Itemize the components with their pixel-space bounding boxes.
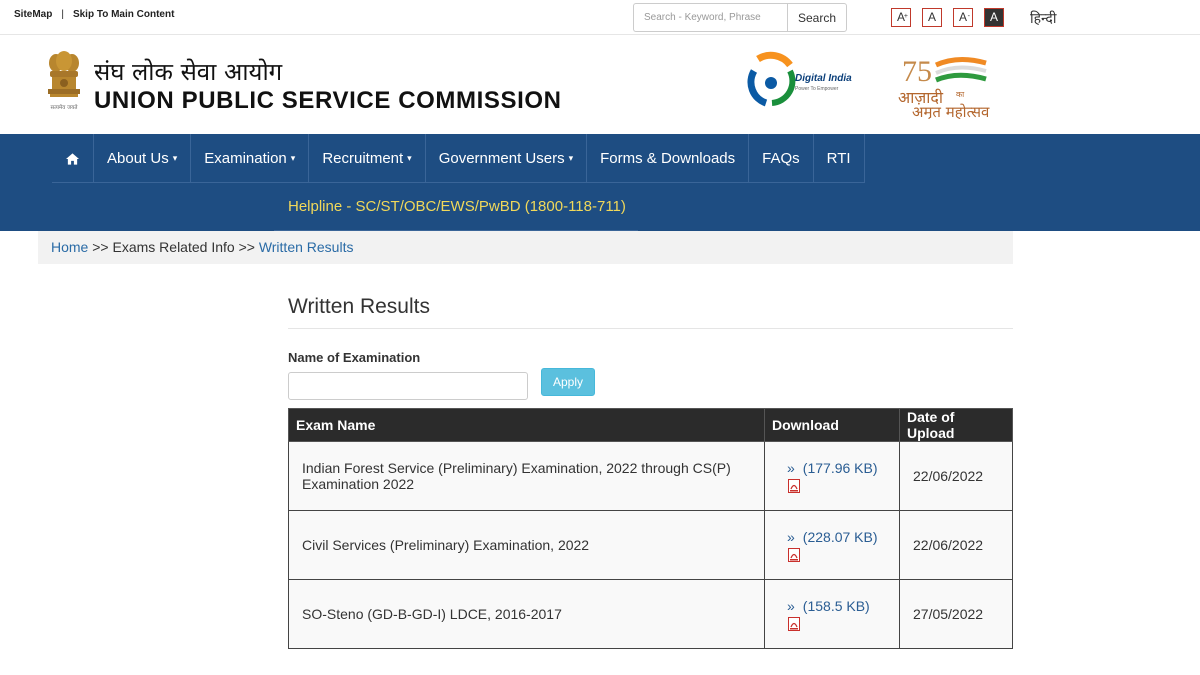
top-links-separator: | [61,9,64,20]
link-marker: » [787,528,795,545]
search-button[interactable]: Search [787,3,847,32]
skip-to-main-link[interactable]: Skip To Main Content [73,9,174,20]
table-row: SO-Steno (GD-B-GD-I) LDCE, 2016-2017 » (1… [288,579,1013,649]
table-row: Indian Forest Service (Preliminary) Exam… [288,441,1013,511]
search-input[interactable] [633,3,787,32]
high-contrast-button[interactable]: A [984,8,1004,27]
upload-date-cell: 27/05/2022 [899,579,1013,649]
nav-label: Government Users [438,150,565,167]
download-cell: » (177.96 KB) [764,441,900,511]
font-normal-button[interactable]: A [922,8,942,27]
link-marker: » [787,459,795,476]
breadcrumb-current[interactable]: Written Results [259,239,354,255]
nav-faqs[interactable]: FAQs [749,134,814,183]
upload-date-cell: 22/06/2022 [899,441,1013,511]
breadcrumb-separator: >> [238,239,255,255]
site-header: सत्यमेव जयते संघ लोक सेवा आयोग UNION PUB… [0,35,1200,134]
font-increase-button[interactable]: A + [891,8,911,27]
divider [288,328,1013,329]
font-decrease-sup: - [967,13,970,20]
upload-date-cell: 22/06/2022 [899,510,1013,580]
apply-button[interactable]: Apply [541,368,595,396]
column-header-download: Download [764,408,900,442]
download-link[interactable]: » (158.5 KB) [787,598,886,614]
exam-name-cell: Civil Services (Preliminary) Examination… [288,510,765,580]
org-name-hindi: संघ लोक सेवा आयोग [94,58,283,86]
exam-name-cell: Indian Forest Service (Preliminary) Exam… [288,441,765,511]
sitemap-link[interactable]: SiteMap [14,9,52,20]
page-title: Written Results [288,295,430,318]
emblem-caption: सत्यमेव जयते [50,104,78,111]
nav-label: Examination [204,150,287,167]
download-link[interactable]: » (228.07 KB) [787,529,886,545]
download-link[interactable]: » (177.96 KB) [787,460,886,476]
nav-label: Forms & Downloads [600,150,736,167]
column-header-exam-name: Exam Name [288,408,765,442]
main-navigation: About Us ▾ Examination ▾ Recruitment ▾ Gove… [0,134,1200,231]
font-increase-sup: + [903,13,908,20]
nav-forms-downloads[interactable]: Forms & Downloads [587,134,750,183]
nav-rti[interactable]: RTI [814,134,865,183]
high-contrast-label: A [989,10,998,24]
org-name-english: UNION PUBLIC SERVICE COMMISSION [94,87,562,114]
nav-recruitment[interactable]: Recruitment ▾ [309,134,426,183]
download-cell: » (228.07 KB) [764,510,900,580]
chevron-down-icon: ▾ [290,153,296,163]
national-emblem-icon: सत्यमेव जयते [48,51,80,111]
digital-india-text: Digital India [795,73,852,84]
breadcrumb: Home >> Exams Related Info >> Written Re… [38,231,1013,264]
nav-label: About Us [107,150,169,167]
exam-name-input[interactable] [288,372,528,400]
nav-about-us[interactable]: About Us ▾ [94,134,192,183]
nav-label: RTI [826,150,851,167]
home-icon [66,152,79,165]
nav-examination[interactable]: Examination ▾ [191,134,310,183]
site-search: Search [633,3,847,32]
file-size: (177.96 KB) [802,459,878,476]
hindi-language-link[interactable]: हिन्दी [1030,9,1056,28]
font-decrease-button[interactable]: A- [953,8,973,27]
pdf-icon[interactable] [788,478,800,493]
akam-number: 75 [902,55,932,88]
table-row: Civil Services (Preliminary) Examination… [288,510,1013,580]
digital-india-tagline: Power To Empower [795,86,839,92]
nav-label: FAQs [762,150,800,167]
font-normal-label: A [927,10,936,24]
file-size: (228.07 KB) [802,528,878,545]
akam-line2: अमृत महोत्सव [912,103,990,119]
font-size-controls: A + A A- A [891,8,1004,27]
chevron-down-icon: ▾ [407,153,412,163]
column-header-date: Date of Upload [899,408,1013,442]
exam-name-label: Name of Examination [288,350,421,365]
chevron-down-icon: ▾ [568,153,574,163]
akam-ka: का [956,90,965,99]
download-cell: » (158.5 KB) [764,579,900,649]
exam-name-cell: SO-Steno (GD-B-GD-I) LDCE, 2016-2017 [288,579,765,649]
digital-india-logo[interactable]: Digital India Power To Empower [744,49,856,107]
azadi-ka-amrit-mahotsav-logo[interactable]: 75 आज़ादी का अमृत महोत्सव [894,49,1004,119]
pdf-icon[interactable] [788,616,800,631]
breadcrumb-separator: >> [92,239,109,255]
nav-home[interactable] [52,134,94,183]
top-utility-bar: SiteMap|Skip To Main Content Search A+ A… [0,0,1200,35]
breadcrumb-exams-info: Exams Related Info [112,239,235,255]
table-header-row: Exam Name Download Date of Upload [288,408,1013,442]
nav-menu: About Us ▾ Examination ▾ Recruitment ▾ Gove… [52,134,865,183]
nav-government-users[interactable]: Government Users ▾ [426,134,588,183]
breadcrumb-home[interactable]: Home [51,239,88,255]
results-table: Exam Name Download Date of Upload Indian… [288,408,1013,649]
top-links: SiteMap | Skip To Main Content [14,9,174,20]
link-marker: » [787,597,795,614]
nav-label: Recruitment [322,150,404,167]
pdf-icon[interactable] [788,547,800,562]
font-decrease-label: A [958,10,967,24]
file-size: (158.5 KB) [802,597,870,614]
chevron-down-icon: ▾ [172,153,178,163]
helpline-link[interactable]: Helpline - SC/ST/OBC/EWS/PwBD (1800-118-… [274,183,638,231]
